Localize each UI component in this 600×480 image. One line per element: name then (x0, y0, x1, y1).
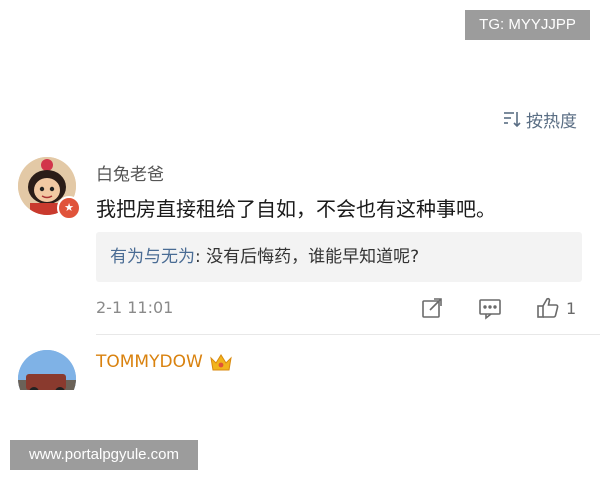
reply-separator: : (195, 247, 207, 267)
thumbs-up-icon (537, 297, 559, 318)
sort-icon (502, 109, 522, 129)
comment-username[interactable]: TOMMYDOW (96, 352, 233, 372)
crown-icon (209, 352, 233, 372)
vip-username: TOMMYDOW (96, 352, 203, 372)
like-button[interactable]: 1 (536, 294, 576, 322)
reply-button[interactable] (478, 294, 502, 322)
comment-text: 我把房直接租给了自如，不会也有这种事吧。 (96, 197, 496, 221)
reply-preview[interactable]: 有为与无为: 没有后悔药，谁能早知道呢? (96, 232, 582, 282)
reply-username[interactable]: 有为与无为 (110, 247, 195, 267)
share-icon (422, 298, 442, 318)
sort-by-hot-button[interactable]: 按热度 (502, 106, 577, 132)
comment-timestamp: 2-1 11:01 (96, 298, 174, 317)
tg-watermark-badge: TG: MYYJJPP (465, 10, 590, 40)
reply-text: 没有后悔药，谁能早知道呢? (206, 247, 420, 267)
sort-label: 按热度 (526, 111, 577, 132)
share-button[interactable] (420, 294, 444, 322)
site-watermark: www.portalpgyule.com (10, 440, 198, 470)
comment-username[interactable]: 白兔老爸 (96, 160, 164, 185)
comment-icon (479, 299, 501, 320)
comment-divider (96, 334, 600, 335)
verified-badge-icon: ★ (57, 196, 81, 220)
like-count: 1 (566, 298, 577, 318)
